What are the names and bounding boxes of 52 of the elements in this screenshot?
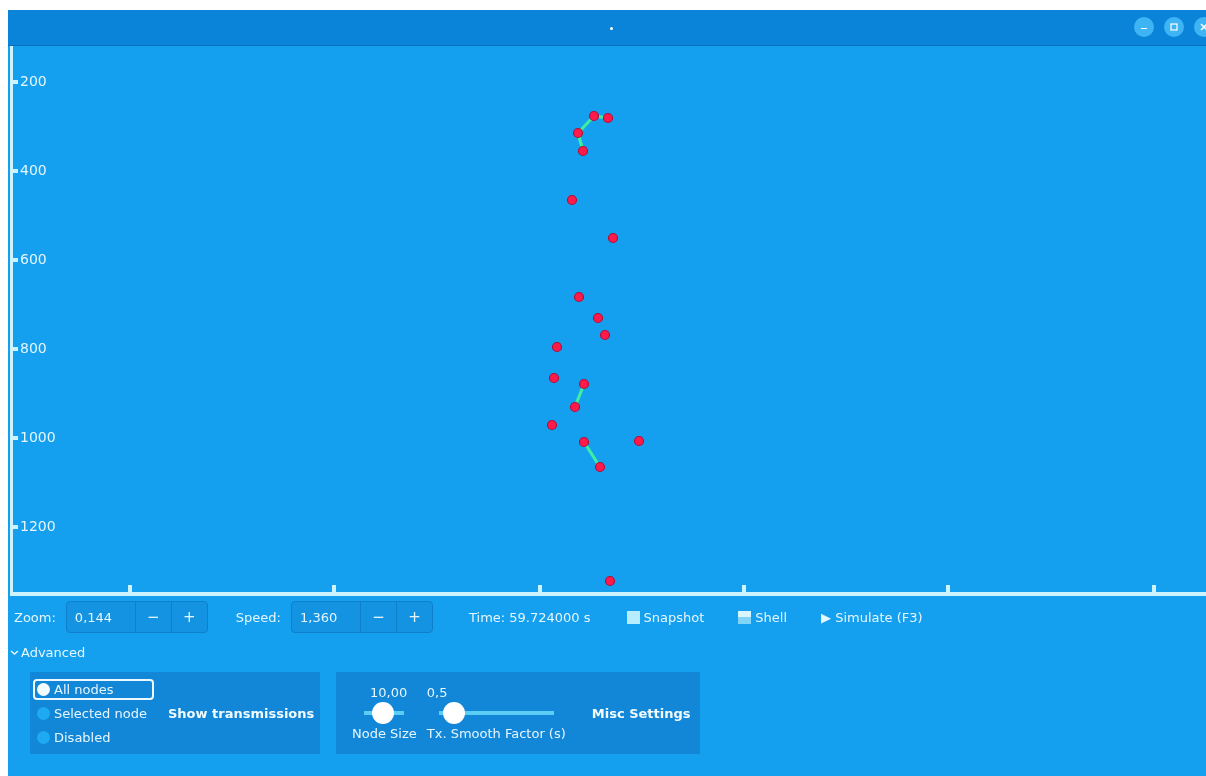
slider-value: 0,5 (426, 685, 448, 700)
advanced-toggle[interactable]: Advanced (8, 641, 88, 664)
axis-label: 200 (20, 73, 47, 89)
maximize-icon[interactable] (1164, 17, 1184, 37)
radio-option[interactable]: All nodes (33, 678, 154, 700)
node-dot[interactable] (607, 232, 619, 244)
spin-box[interactable]: 0,144 − + (65, 601, 208, 633)
slider-thumb[interactable] (443, 702, 466, 724)
time-readout: Time: 59.724000 s (469, 609, 591, 625)
axis-label: 600 (20, 251, 47, 267)
title-dot-icon (610, 27, 613, 30)
node-dot[interactable] (633, 435, 645, 447)
axis-label: 800 (20, 340, 47, 356)
axis-label: 1000 (20, 429, 56, 445)
field-label: Zoom: (14, 609, 56, 625)
panel-title: Show transmissions (167, 705, 315, 721)
panel-title: Misc Settings (591, 705, 691, 721)
node-dot[interactable] (551, 341, 563, 353)
axis-label: 400 (20, 162, 47, 178)
decrement-button[interactable]: − (134, 602, 171, 632)
node-dot[interactable] (569, 401, 581, 413)
simulate-button[interactable]: ▶ Simulate (F3) (821, 609, 923, 625)
node-dot[interactable] (573, 291, 585, 303)
shell-button[interactable]: Shell (738, 609, 788, 625)
slider-value: 10,00 (370, 685, 408, 700)
node-dot[interactable] (548, 372, 560, 384)
snapshot-checkbox[interactable]: Snapshot (626, 609, 705, 625)
node-dot[interactable] (594, 461, 606, 473)
node-dot[interactable] (604, 575, 616, 587)
node-dot[interactable] (577, 145, 589, 157)
slider-label: Node Size (352, 726, 417, 741)
decrement-button[interactable]: − (360, 602, 396, 632)
node-dot[interactable] (578, 378, 590, 390)
node-dot[interactable] (578, 436, 590, 448)
node-dot[interactable] (588, 110, 600, 122)
increment-button[interactable]: + (170, 602, 207, 632)
node-dot[interactable] (572, 127, 584, 139)
slider-thumb[interactable] (372, 702, 395, 724)
spin-box[interactable]: 1,360 − + (291, 601, 433, 633)
node-dot[interactable] (566, 194, 578, 206)
node-dot[interactable] (599, 329, 611, 341)
node-dot[interactable] (602, 112, 614, 124)
axis-label: 1200 (20, 518, 56, 534)
node-dot[interactable] (546, 419, 558, 431)
radio-option[interactable]: Disabled (33, 726, 154, 748)
chevron-icon (10, 648, 19, 657)
increment-button[interactable]: + (396, 602, 432, 632)
minimize-icon[interactable] (1134, 17, 1154, 37)
node-dot[interactable] (592, 312, 604, 324)
field-label: Speed: (235, 609, 281, 625)
slider-label: Tx. Smooth Factor (s) (426, 726, 566, 741)
radio-option[interactable]: Selected node (33, 702, 154, 724)
